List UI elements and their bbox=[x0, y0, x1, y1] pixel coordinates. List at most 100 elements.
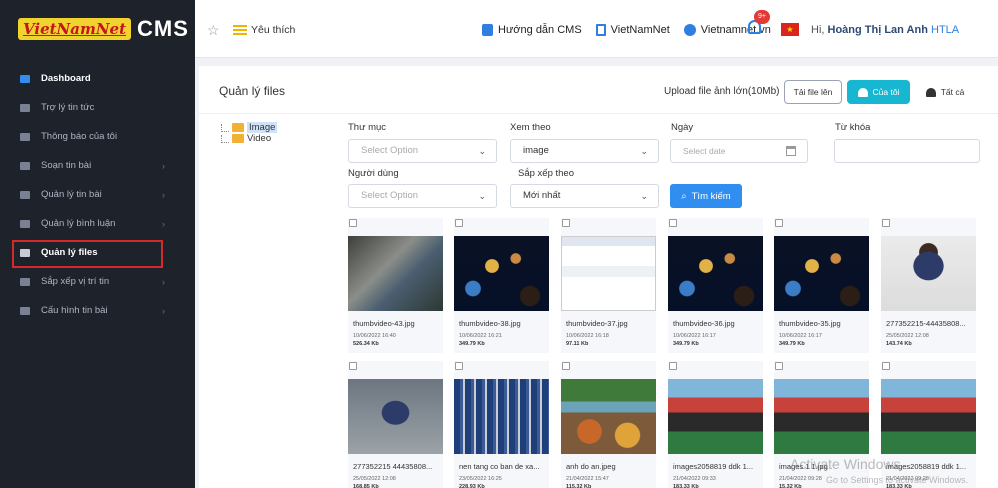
vietnam-flag-icon[interactable]: ★ bbox=[781, 23, 799, 36]
file-tile[interactable]: thumbvideo-43.jpg 10/06/2022 16:40 526.34 … bbox=[348, 218, 443, 353]
file-tile[interactable]: 277352215 44435808... 25/05/2022 12:08 168… bbox=[348, 361, 443, 488]
file-thumbnail[interactable] bbox=[774, 236, 869, 311]
view-filter-label: Xem theo bbox=[510, 122, 551, 133]
brand-logo[interactable]: VietNamNet CMS « bbox=[0, 0, 206, 58]
guide-link-label: Hướng dẫn CMS bbox=[498, 24, 582, 36]
date-input[interactable]: Select date bbox=[670, 139, 808, 163]
calendar-icon bbox=[786, 146, 796, 156]
file-thumbnail[interactable] bbox=[454, 379, 549, 454]
chevron-right-icon: › bbox=[162, 218, 165, 229]
file-select-checkbox[interactable] bbox=[349, 362, 357, 370]
vietnamnet-link-label: VietNamNet bbox=[610, 24, 670, 36]
tree-connector bbox=[221, 123, 229, 132]
keyword-filter-label: Từ khóa bbox=[835, 122, 871, 133]
favorite-link[interactable]: Yêu thích bbox=[233, 24, 295, 36]
sidebar-item-label: Quản lý tin bài bbox=[41, 189, 102, 200]
tree-item-video[interactable]: Video bbox=[219, 133, 277, 144]
file-tile[interactable]: thumbvideo-37.jpg 10/06/2022 16:18 97.11 K… bbox=[561, 218, 656, 353]
file-thumbnail[interactable] bbox=[561, 236, 656, 311]
sidebar-item-6[interactable]: Quản lý files bbox=[0, 238, 195, 268]
sort-filter-label: Sắp xếp theo bbox=[518, 168, 574, 179]
file-select-checkbox[interactable] bbox=[562, 362, 570, 370]
file-select-checkbox[interactable] bbox=[882, 219, 890, 227]
user-select[interactable]: Select Option ⌄ bbox=[348, 184, 497, 208]
tree-item-image[interactable]: Image bbox=[219, 122, 278, 133]
file-select-checkbox[interactable] bbox=[775, 362, 783, 370]
file-select-checkbox[interactable] bbox=[562, 219, 570, 227]
file-date: 25/05/2022 12:08 bbox=[353, 476, 396, 482]
sidebar-item-5[interactable]: Quản lý bình luận › bbox=[0, 209, 195, 238]
favorite-list-icon bbox=[233, 24, 247, 36]
file-thumbnail[interactable] bbox=[454, 236, 549, 311]
sidebar-item-label: Trợ lý tin tức bbox=[41, 102, 95, 113]
user-menu[interactable]: Hi, Hoàng Thị Lan Anh HTLA bbox=[811, 24, 959, 36]
file-thumbnail[interactable] bbox=[668, 236, 763, 311]
file-tile[interactable]: thumbvideo-36.jpg 10/06/2022 16:17 349.79 … bbox=[668, 218, 763, 353]
menu-item-icon bbox=[20, 277, 30, 286]
folder-select[interactable]: Select Option ⌄ bbox=[348, 139, 497, 163]
menu-item-icon bbox=[20, 161, 30, 170]
file-select-checkbox[interactable] bbox=[775, 219, 783, 227]
globe-icon bbox=[683, 24, 696, 36]
file-date: 10/06/2022 16:17 bbox=[673, 333, 716, 339]
mine-button[interactable]: Của tôi bbox=[847, 80, 910, 104]
file-select-checkbox[interactable] bbox=[882, 362, 890, 370]
sidebar-item-4[interactable]: Quản lý tin bài › bbox=[0, 180, 195, 209]
file-thumbnail[interactable] bbox=[668, 379, 763, 454]
file-tile[interactable]: thumbvideo-35.jpg 10/06/2022 16:17 349.79 … bbox=[774, 218, 869, 353]
file-tile[interactable]: thumbvideo-38.jpg 10/06/2022 16:21 349.79 … bbox=[454, 218, 549, 353]
file-thumbnail[interactable] bbox=[348, 379, 443, 454]
sort-select-value: Mới nhất bbox=[523, 190, 561, 201]
file-select-checkbox[interactable] bbox=[349, 219, 357, 227]
keyword-input[interactable] bbox=[834, 139, 980, 163]
file-tile[interactable]: 277352215-44435808... 25/05/2022 12:08 143… bbox=[881, 218, 976, 353]
file-tile[interactable]: anh do an.jpeg 21/04/2022 15:47 115.32 Kb bbox=[561, 361, 656, 488]
file-name: images2058819 ddk 1... bbox=[673, 462, 754, 471]
sidebar-item-2[interactable]: Thông báo của tôi bbox=[0, 122, 195, 151]
sidebar-item-1[interactable]: Trợ lý tin tức bbox=[0, 93, 195, 122]
tree-item-label: Image bbox=[247, 122, 278, 133]
file-size: 228.93 Kb bbox=[459, 484, 485, 488]
file-date: 10/06/2022 16:21 bbox=[459, 333, 502, 339]
all-button[interactable]: Tất cả bbox=[915, 80, 975, 104]
sidebar-item-0[interactable]: Dashboard bbox=[0, 64, 195, 93]
file-size: 349.79 Kb bbox=[459, 341, 485, 347]
search-icon: ⌕ bbox=[681, 190, 687, 202]
sidebar-item-3[interactable]: Soạn tin bài › bbox=[0, 151, 195, 180]
file-thumbnail[interactable] bbox=[561, 379, 656, 454]
upload-button[interactable]: Tải file lên bbox=[784, 80, 842, 104]
sidebar-item-7[interactable]: Sắp xếp vị trí tin › bbox=[0, 267, 195, 296]
file-manager-card: Quản lý files Upload file ảnh lớn(10Mb) … bbox=[199, 66, 998, 488]
file-name: thumbvideo-37.jpg bbox=[566, 319, 628, 328]
notifications-button[interactable]: 9+ bbox=[748, 10, 770, 36]
file-select-checkbox[interactable] bbox=[455, 362, 463, 370]
user-select-value: Select Option bbox=[361, 190, 419, 201]
activate-windows-title: Activate Windows bbox=[790, 456, 901, 472]
sidebar-nav: Dashboard Trợ lý tin tức Thông báo của tôi… bbox=[0, 64, 195, 325]
sidebar-item-8[interactable]: Cấu hình tin bài › bbox=[0, 296, 195, 325]
star-icon[interactable]: ☆ bbox=[207, 22, 220, 39]
file-size: 349.79 Kb bbox=[779, 341, 805, 347]
file-thumbnail[interactable] bbox=[881, 379, 976, 454]
file-name: 277352215-44435808... bbox=[886, 319, 966, 328]
cms-app: VietNamNet CMS « Dashboard Trợ lý tin tức… bbox=[0, 0, 998, 488]
file-date: 21/04/2022 15:47 bbox=[566, 476, 609, 482]
user-icon bbox=[857, 87, 868, 97]
file-thumbnail[interactable] bbox=[881, 236, 976, 311]
sort-select[interactable]: Mới nhất ⌄ bbox=[510, 184, 659, 208]
file-select-checkbox[interactable] bbox=[669, 219, 677, 227]
menu-item-icon bbox=[20, 248, 30, 257]
file-date: 10/06/2022 16:18 bbox=[566, 333, 609, 339]
file-tile[interactable]: images2058819 ddk 1... 21/04/2022 09:33 18… bbox=[668, 361, 763, 488]
view-select[interactable]: image ⌄ bbox=[510, 139, 659, 163]
guide-link[interactable]: Hướng dẫn CMS bbox=[482, 24, 582, 36]
sidebar-item-label: Soạn tin bài bbox=[41, 160, 92, 171]
search-button[interactable]: ⌕ Tìm kiếm bbox=[670, 184, 742, 208]
file-name: 277352215 44435808... bbox=[353, 462, 433, 471]
file-thumbnail[interactable] bbox=[774, 379, 869, 454]
file-thumbnail[interactable] bbox=[348, 236, 443, 311]
vietnamnet-link[interactable]: VietNamNet bbox=[595, 24, 670, 36]
file-select-checkbox[interactable] bbox=[669, 362, 677, 370]
file-tile[interactable]: nen tang co ban de xa... 23/05/2022 16:25… bbox=[454, 361, 549, 488]
file-select-checkbox[interactable] bbox=[455, 219, 463, 227]
